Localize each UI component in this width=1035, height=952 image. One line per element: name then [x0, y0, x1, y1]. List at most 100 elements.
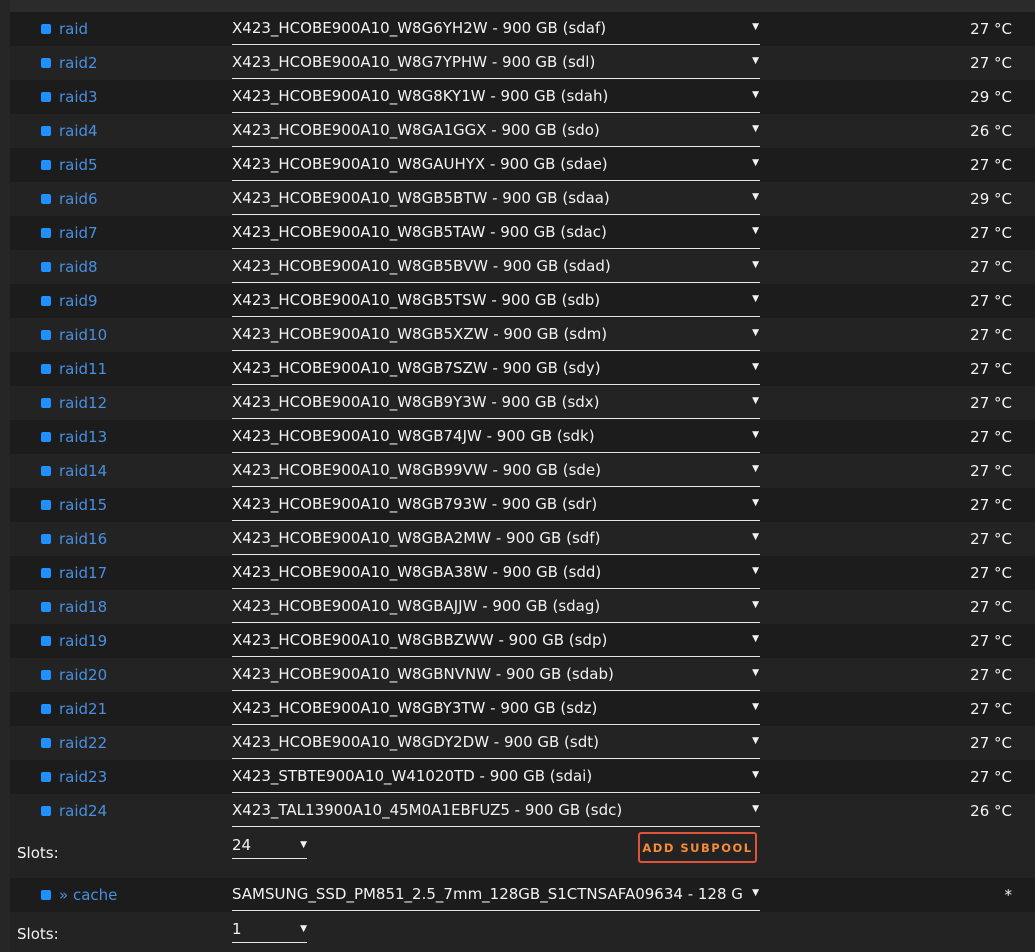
disk-name-link[interactable]: raid2 [59, 46, 98, 80]
disk-device-select[interactable]: X423_HCOBE900A10_W8GB5BVW - 900 GB (sdad… [232, 250, 760, 283]
disk-device-value: X423_STBTE900A10_W41020TD - 900 GB (sdai… [232, 767, 593, 785]
disk-device-select[interactable]: X423_TAL13900A10_45M0A1EBFUZ5 - 900 GB (… [232, 794, 760, 827]
dropdown-arrow-icon: ▼ [752, 226, 759, 236]
disk-device-select[interactable]: X423_HCOBE900A10_W8G8KY1W - 900 GB (sdah… [232, 80, 760, 113]
dropdown-arrow-icon: ▼ [752, 362, 759, 372]
disk-name-link[interactable]: raid3 [59, 80, 98, 114]
disk-name-link[interactable]: raid19 [59, 624, 107, 658]
device-status-icon [41, 160, 51, 170]
disk-name-link[interactable]: raid17 [59, 556, 107, 590]
disk-name-link[interactable]: raid18 [59, 590, 107, 624]
dropdown-arrow-icon: ▼ [752, 396, 759, 406]
disk-temperature: 26 °C [970, 122, 1012, 140]
disk-name-link[interactable]: raid10 [59, 318, 107, 352]
array-disk-list: raid X423_HCOBE900A10_W8G6YH2W - 900 GB (… [10, 12, 1035, 828]
disk-name-link[interactable]: raid9 [59, 284, 98, 318]
disk-device-select[interactable]: X423_HCOBE900A10_W8GAUHYX - 900 GB (sdae… [232, 148, 760, 181]
disk-device-select[interactable]: X423_STBTE900A10_W41020TD - 900 GB (sdai… [232, 760, 760, 793]
disk-name-link[interactable]: raid4 [59, 114, 98, 148]
disk-name-link[interactable]: raid7 [59, 216, 98, 250]
dropdown-arrow-icon: ▼ [752, 888, 759, 898]
disk-name-link[interactable]: raid12 [59, 386, 107, 420]
disk-device-select[interactable]: X423_HCOBE900A10_W8GB74JW - 900 GB (sdk)… [232, 420, 760, 453]
disk-name-link[interactable]: raid8 [59, 250, 98, 284]
disk-device-select[interactable]: X423_HCOBE900A10_W8GBNVNW - 900 GB (sdab… [232, 658, 760, 691]
pool-slots-select[interactable]: 24 ▼ [232, 832, 307, 859]
disk-device-value: X423_HCOBE900A10_W8GAUHYX - 900 GB (sdae… [232, 155, 608, 173]
disk-name-link[interactable]: raid6 [59, 182, 98, 216]
dropdown-arrow-icon: ▼ [752, 328, 759, 338]
disk-device-value: X423_HCOBE900A10_W8GB5TSW - 900 GB (sdb) [232, 291, 601, 309]
disk-device-select[interactable]: X423_HCOBE900A10_W8G6YH2W - 900 GB (sdaf… [232, 12, 760, 45]
disk-device-select[interactable]: X423_HCOBE900A10_W8GB5TAW - 900 GB (sdac… [232, 216, 760, 249]
disk-row: raid X423_HCOBE900A10_W8G6YH2W - 900 GB (… [10, 12, 1035, 46]
dropdown-arrow-icon: ▼ [752, 498, 759, 508]
disk-device-value: X423_HCOBE900A10_W8GB5XZW - 900 GB (sdm) [232, 325, 608, 343]
dropdown-arrow-icon: ▼ [752, 430, 759, 440]
disk-row: raid21 X423_HCOBE900A10_W8GBY3TW - 900 GB… [10, 692, 1035, 726]
cache-device-select[interactable]: SAMSUNG_SSD_PM851_2.5_7mm_128GB_S1CTNSAF… [232, 878, 760, 911]
disk-device-select[interactable]: X423_HCOBE900A10_W8GBAJJW - 900 GB (sdag… [232, 590, 760, 623]
disk-row: raid9 X423_HCOBE900A10_W8GB5TSW - 900 GB … [10, 284, 1035, 318]
disk-device-value: X423_HCOBE900A10_W8GB7SZW - 900 GB (sdy) [232, 359, 601, 377]
disk-device-select[interactable]: X423_HCOBE900A10_W8GB99VW - 900 GB (sde)… [232, 454, 760, 487]
disk-name-link[interactable]: raid21 [59, 692, 107, 726]
disk-device-select[interactable]: X423_HCOBE900A10_W8GBA38W - 900 GB (sdd)… [232, 556, 760, 589]
disk-device-select[interactable]: X423_HCOBE900A10_W8GBBZWW - 900 GB (sdp)… [232, 624, 760, 657]
device-status-icon [41, 296, 51, 306]
disk-name-link[interactable]: raid [59, 12, 88, 46]
disk-name-link[interactable]: raid23 [59, 760, 107, 794]
disk-device-select[interactable]: X423_HCOBE900A10_W8GB9Y3W - 900 GB (sdx)… [232, 386, 760, 419]
disk-device-select[interactable]: X423_HCOBE900A10_W8GBY3TW - 900 GB (sdz)… [232, 692, 760, 725]
cache-temperature: * [1004, 886, 1013, 904]
disk-row: raid24 X423_TAL13900A10_45M0A1EBFUZ5 - 90… [10, 794, 1035, 828]
dropdown-arrow-icon: ▼ [752, 736, 759, 746]
device-status-icon [41, 704, 51, 714]
disk-device-value: X423_HCOBE900A10_W8GB9Y3W - 900 GB (sdx) [232, 393, 600, 411]
dropdown-arrow-icon: ▼ [752, 770, 759, 780]
disk-name-link[interactable]: raid22 [59, 726, 107, 760]
device-status-icon [41, 466, 51, 476]
cache-pool-link[interactable]: » cache [59, 878, 117, 912]
disk-name-link[interactable]: raid13 [59, 420, 107, 454]
disk-device-value: X423_HCOBE900A10_W8G6YH2W - 900 GB (sdaf… [232, 19, 607, 37]
disk-device-select[interactable]: X423_HCOBE900A10_W8GB7SZW - 900 GB (sdy)… [232, 352, 760, 385]
disk-name-link[interactable]: raid20 [59, 658, 107, 692]
disk-name-link[interactable]: raid11 [59, 352, 107, 386]
disk-device-value: X423_HCOBE900A10_W8GBA2MW - 900 GB (sdf) [232, 529, 601, 547]
device-status-icon [41, 890, 51, 900]
disk-row: raid10 X423_HCOBE900A10_W8GB5XZW - 900 GB… [10, 318, 1035, 352]
disk-device-select[interactable]: X423_HCOBE900A10_W8GA1GGX - 900 GB (sdo)… [232, 114, 760, 147]
disk-temperature: 27 °C [970, 258, 1012, 276]
pool-slots-label: Slots: [17, 844, 59, 862]
disk-device-select[interactable]: X423_HCOBE900A10_W8GB5XZW - 900 GB (sdm)… [232, 318, 760, 351]
disk-device-select[interactable]: X423_HCOBE900A10_W8GB793W - 900 GB (sdr)… [232, 488, 760, 521]
cache-slots-select[interactable]: 1 ▼ [232, 916, 307, 943]
disk-device-select[interactable]: X423_HCOBE900A10_W8GBA2MW - 900 GB (sdf)… [232, 522, 760, 555]
add-subpool-button[interactable]: ADD SUBPOOL [638, 832, 757, 863]
dropdown-arrow-icon: ▼ [752, 634, 759, 644]
device-status-icon [41, 330, 51, 340]
left-gutter [0, 0, 10, 952]
disk-name-link[interactable]: raid14 [59, 454, 107, 488]
disk-device-value: X423_HCOBE900A10_W8GB74JW - 900 GB (sdk) [232, 427, 595, 445]
disk-row: raid2 X423_HCOBE900A10_W8G7YPHW - 900 GB … [10, 46, 1035, 80]
disk-device-value: X423_HCOBE900A10_W8GB793W - 900 GB (sdr) [232, 495, 598, 513]
disk-name-link[interactable]: raid5 [59, 148, 98, 182]
disk-temperature: 26 °C [970, 802, 1012, 820]
dropdown-arrow-icon: ▼ [752, 192, 759, 202]
disk-row: raid18 X423_HCOBE900A10_W8GBAJJW - 900 GB… [10, 590, 1035, 624]
disk-temperature: 27 °C [970, 394, 1012, 412]
disk-device-select[interactable]: X423_HCOBE900A10_W8GDY2DW - 900 GB (sdt)… [232, 726, 760, 759]
disk-temperature: 27 °C [970, 530, 1012, 548]
disk-name-link[interactable]: raid24 [59, 794, 107, 828]
disk-name-link[interactable]: raid15 [59, 488, 107, 522]
dropdown-arrow-icon: ▼ [752, 124, 759, 134]
cache-slots-value: 1 [232, 920, 242, 938]
disk-device-select[interactable]: X423_HCOBE900A10_W8GB5BTW - 900 GB (sdaa… [232, 182, 760, 215]
disk-name-link[interactable]: raid16 [59, 522, 107, 556]
disk-device-select[interactable]: X423_HCOBE900A10_W8GB5TSW - 900 GB (sdb)… [232, 284, 760, 317]
disk-device-select[interactable]: X423_HCOBE900A10_W8G7YPHW - 900 GB (sdl)… [232, 46, 760, 79]
device-status-icon [41, 262, 51, 272]
device-status-icon [41, 636, 51, 646]
